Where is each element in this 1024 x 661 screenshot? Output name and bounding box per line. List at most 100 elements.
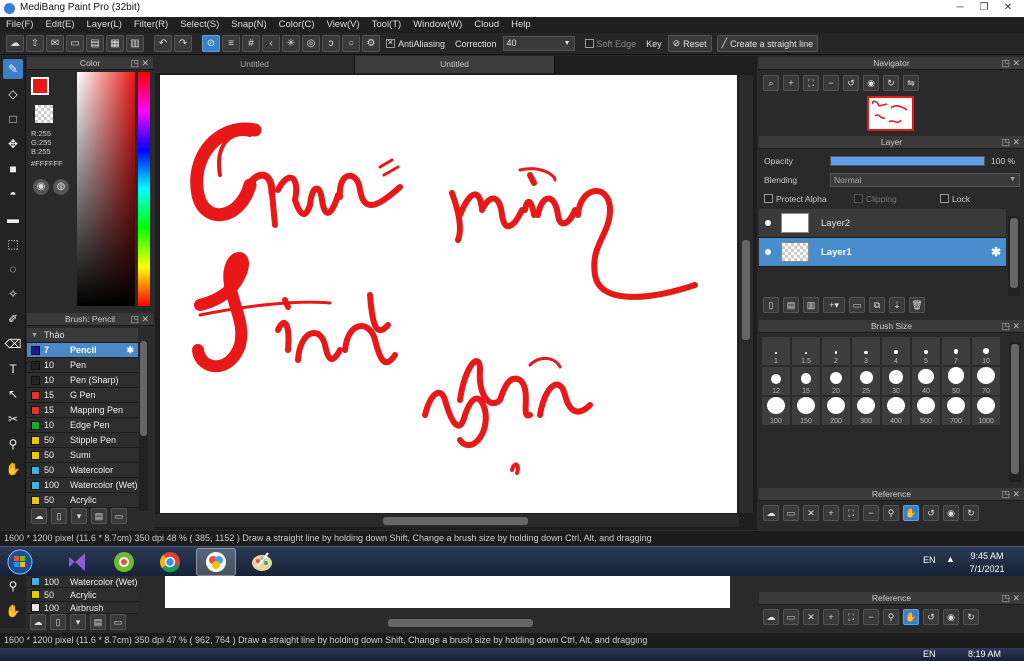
snap-circle-icon[interactable]: ◎ (302, 35, 320, 52)
snap-cross-icon[interactable]: # (242, 35, 260, 52)
new-1bit-layer-icon[interactable]: ▥ (803, 297, 819, 313)
brush-item[interactable]: 15 G Pen (27, 388, 138, 403)
fit-icon[interactable]: ⛶ (843, 505, 859, 521)
zoom-icon[interactable]: ⌕ (763, 75, 779, 91)
panel-controls[interactable]: ◳ ✕ (1001, 592, 1020, 605)
share-icon[interactable]: ⇧ (26, 35, 44, 52)
brush-size-cell[interactable]: 20 (821, 366, 851, 396)
folder-icon[interactable]: ▭ (111, 508, 127, 524)
snap-off-icon[interactable]: ⊘ (202, 35, 220, 52)
select-rect-icon[interactable]: ⬚ (3, 234, 23, 254)
snap-ellipse-icon[interactable]: ○ (342, 35, 360, 52)
brush-item[interactable]: 100 Watercolor (Wet) (27, 478, 138, 493)
panel-controls[interactable]: ◳ ✕ (1001, 320, 1020, 333)
menu-select[interactable]: Select(S) (174, 17, 225, 33)
eyedropper-icon[interactable]: ⚲ (3, 576, 23, 596)
layer-row[interactable]: Layer1 ✱ (759, 238, 1006, 267)
menu-snap[interactable]: Snap(N) (225, 17, 272, 33)
brush-size-cell[interactable]: 12 (761, 366, 791, 396)
cloud-download-icon[interactable]: ☁ (31, 508, 47, 524)
cloud-icon[interactable]: ☁ (763, 609, 779, 625)
brush-size-cell[interactable]: 2 (821, 336, 851, 366)
brush-size-cell[interactable]: 150 (791, 396, 821, 426)
brush-item[interactable]: 10 Pen (Sharp) (27, 373, 138, 388)
language-indicator[interactable]: EN (923, 555, 936, 565)
opacity-slider[interactable] (830, 155, 985, 166)
hand-icon[interactable]: ✋ (903, 609, 919, 625)
snap-settings-icon[interactable]: ⚙ (362, 35, 380, 52)
brush-group-header[interactable]: ▼ Thảo (27, 328, 138, 343)
maximize-icon[interactable]: ❐ (972, 0, 996, 15)
visual-studio-icon[interactable] (58, 548, 98, 576)
brush-size-cell[interactable]: 5 (911, 336, 941, 366)
layer-row[interactable]: Layer2 (759, 209, 1006, 238)
brush-item[interactable]: 7 Pencil ✱ (27, 343, 138, 358)
menu-edit[interactable]: Edit(E) (39, 17, 80, 33)
undo-icon[interactable]: ↶ (154, 35, 172, 52)
eyedropper-icon[interactable]: ⚲ (3, 434, 23, 454)
panel-controls[interactable]: ◳ ✕ (1001, 488, 1020, 501)
select-eraser-icon[interactable]: ⌫ (3, 334, 23, 354)
minimize-icon[interactable]: ─ (948, 0, 972, 15)
zoom-out-icon[interactable]: − (823, 75, 839, 91)
brush-size-cell[interactable]: 3 (851, 336, 881, 366)
palette-icon[interactable]: ◉ (33, 179, 49, 195)
new-halftone-layer-icon[interactable]: ▤ (783, 297, 799, 313)
app-green-icon[interactable] (104, 548, 144, 576)
comment-icon[interactable]: ✉ (46, 35, 64, 52)
panel-controls[interactable]: ◳ ✕ (130, 313, 149, 326)
brush-item[interactable]: 50 Sumi (27, 448, 138, 463)
brush-size-cell[interactable]: 50 (941, 366, 971, 396)
brush-size-cell[interactable]: 1000 (971, 396, 1001, 426)
brush-size-cell[interactable]: 400 (881, 396, 911, 426)
hand-icon[interactable]: ✋ (3, 601, 23, 621)
brush-size-cell[interactable]: 200 (821, 396, 851, 426)
eye-icon[interactable] (765, 220, 771, 226)
add-layer-menu-icon[interactable]: +▾ (823, 297, 845, 313)
blending-select[interactable]: Normal ▼ (830, 172, 1020, 187)
menu-layer[interactable]: Layer(L) (81, 17, 128, 33)
tray-chevron-icon[interactable]: ▲ (946, 554, 955, 564)
grid-icon[interactable]: ▦ (106, 35, 124, 52)
fill-rect-icon[interactable]: ■ (3, 159, 23, 179)
menu-view[interactable]: View(V) (321, 17, 366, 33)
list-item[interactable]: 100 Watercolor (Wet) (27, 576, 138, 588)
paint-icon[interactable] (242, 548, 282, 576)
gear-icon[interactable]: ✱ (126, 345, 134, 356)
saturation-value-picker[interactable] (77, 72, 135, 306)
brush-size-cell[interactable]: 500 (911, 396, 941, 426)
text-icon[interactable]: T (3, 359, 23, 379)
panel-controls[interactable]: ◳ ✕ (130, 57, 149, 70)
add-brush-icon[interactable]: ▾ (71, 508, 87, 524)
new-layer-icon[interactable]: ▯ (763, 297, 779, 313)
panel-controls[interactable]: ◳ ✕ (1001, 136, 1020, 149)
eraser-icon[interactable]: ◇ (3, 84, 23, 104)
tab-untitled-1[interactable]: Untitled (155, 56, 355, 73)
zoom-out-icon[interactable]: − (863, 505, 879, 521)
menu-color[interactable]: Color(C) (273, 17, 321, 33)
brush-size-cell[interactable]: 25 (851, 366, 881, 396)
hand-icon[interactable]: ✋ (3, 459, 23, 479)
protect-alpha-toggle[interactable]: Protect Alpha (764, 194, 854, 204)
secondary-color-swatch[interactable] (35, 105, 53, 123)
magic-wand-icon[interactable]: ✧ (3, 284, 23, 304)
snap-radial-icon[interactable]: ✳ (282, 35, 300, 52)
dot-icon[interactable]: □ (3, 109, 23, 129)
brush-size-cell[interactable]: 7 (941, 336, 971, 366)
fit-icon[interactable]: ⛶ (803, 75, 819, 91)
brush-item[interactable]: 50 Watercolor (27, 463, 138, 478)
clock[interactable]: 9:45 AM 7/1/2021 (962, 550, 1012, 576)
ghost-canvas[interactable] (165, 576, 730, 608)
soft-edge-toggle[interactable]: Soft Edge (584, 39, 636, 49)
hue-slider[interactable] (138, 72, 150, 306)
brush-size-cell[interactable]: 10 (971, 336, 1001, 366)
divide-icon[interactable]: ✂ (3, 409, 23, 429)
add-brush-icon[interactable]: ▾ (70, 614, 86, 630)
rotate-reset-icon[interactable]: ◉ (863, 75, 879, 91)
merge-layer-icon[interactable]: ⇣ (889, 297, 905, 313)
rotate-right-icon[interactable]: ↻ (963, 505, 979, 521)
gradient-icon[interactable]: ▬ (3, 209, 23, 229)
menu-tool[interactable]: Tool(T) (366, 17, 408, 33)
snap-curve-icon[interactable]: ↄ (322, 35, 340, 52)
rotate-left-icon[interactable]: ↺ (923, 609, 939, 625)
